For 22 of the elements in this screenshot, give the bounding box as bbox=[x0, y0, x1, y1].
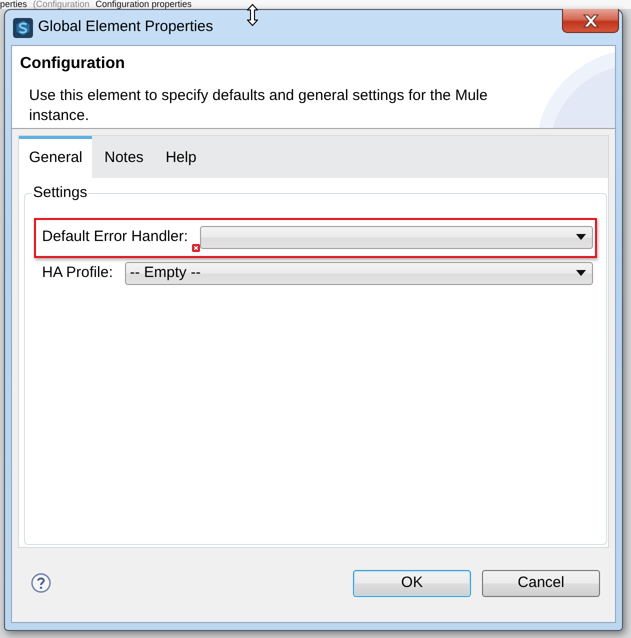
background-text: (Configuration bbox=[33, 0, 90, 9]
dialog-button[interactable]: Cancel bbox=[482, 570, 600, 596]
field-label: HA Profile: bbox=[42, 262, 113, 283]
dropdown-field[interactable]: -- Empty -- bbox=[124, 262, 593, 284]
help-button[interactable] bbox=[31, 573, 51, 593]
header-description: Use this element to specify defaults and general settings for the Mule instance. bbox=[29, 86, 489, 126]
window-title: Global Element Properties bbox=[38, 17, 214, 38]
help-icon bbox=[31, 573, 51, 593]
dialog-button[interactable]: OK bbox=[353, 570, 471, 596]
header-title: Configuration bbox=[20, 54, 126, 74]
close-button[interactable] bbox=[562, 9, 619, 33]
group-title: Settings bbox=[32, 185, 88, 201]
app-logo-icon bbox=[13, 18, 33, 38]
field-label: Default Error Handler: bbox=[42, 226, 188, 247]
tab[interactable]: Help bbox=[156, 136, 206, 178]
tab[interactable]: General bbox=[19, 136, 92, 178]
caret-icon bbox=[576, 270, 586, 276]
background-text: perties bbox=[0, 0, 28, 9]
tab[interactable]: Notes bbox=[94, 136, 154, 178]
dropdown-field[interactable] bbox=[200, 226, 593, 248]
caret-icon bbox=[576, 234, 586, 240]
background-text: Configuration properties bbox=[96, 0, 192, 9]
